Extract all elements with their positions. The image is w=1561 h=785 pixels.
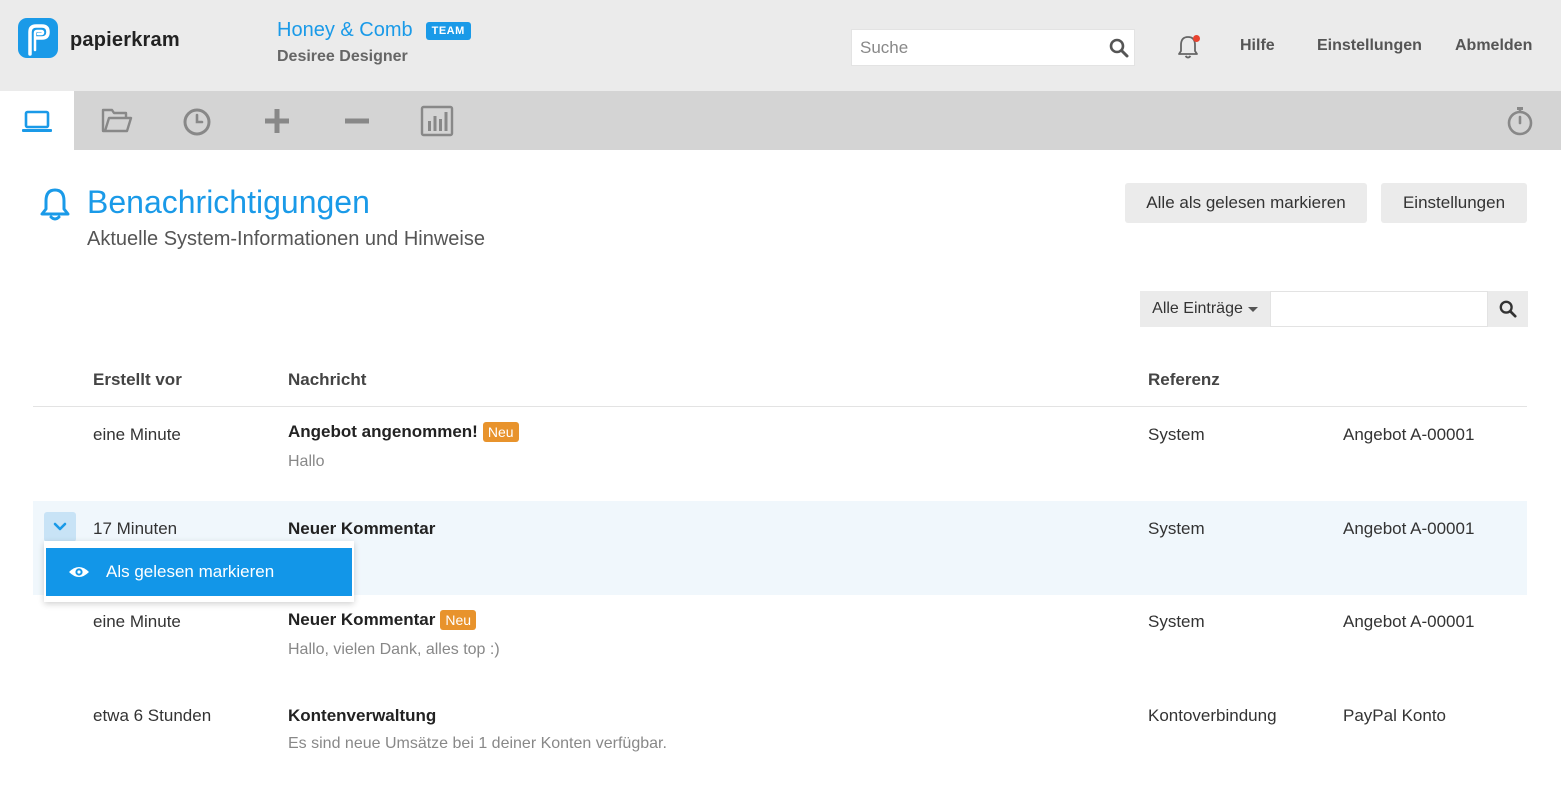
tool-time[interactable]: [160, 91, 234, 150]
main-toolbar: [0, 91, 1561, 150]
row-actions-menu: Als gelesen markieren: [44, 541, 354, 602]
papierkram-logo-icon: [18, 18, 58, 58]
row-created: eine Minute: [93, 425, 181, 444]
row-title-text: Kontenverwaltung: [288, 706, 437, 725]
tool-expenses[interactable]: [320, 91, 394, 150]
mark-as-read-label: Als gelesen markieren: [106, 562, 275, 581]
row-ref-type: System: [1148, 425, 1205, 444]
mark-all-read-button[interactable]: Alle als gelesen markieren: [1125, 183, 1367, 223]
notification-settings-button[interactable]: Einstellungen: [1381, 183, 1527, 223]
row-title-text: Neuer Kommentar: [288, 519, 436, 538]
filter-select-label: Alle Einträge: [1152, 300, 1243, 317]
column-header-message: Nachricht: [288, 370, 367, 389]
page-title: Benachrichtigungen: [87, 184, 370, 220]
page-subtitle: Aktuelle System-Informationen und Hinwei…: [87, 228, 485, 250]
tool-income[interactable]: [240, 91, 314, 150]
row-ref-name[interactable]: Angebot A-00001: [1343, 425, 1474, 445]
user-name: Desiree Designer: [277, 48, 408, 65]
filter-select[interactable]: Alle Einträge: [1140, 291, 1270, 327]
minus-icon: [345, 118, 369, 123]
table-row[interactable]: etwa 6 Stunden Kontenverwaltung Es sind …: [33, 689, 1527, 783]
tool-dashboard[interactable]: [0, 91, 74, 150]
row-ref-name[interactable]: Angebot A-00001: [1343, 519, 1474, 539]
search-icon: [1499, 300, 1517, 318]
filter-search-button[interactable]: [1488, 291, 1528, 327]
row-title-text: Neuer Kommentar: [288, 610, 436, 629]
table-row[interactable]: eine Minute Neuer Kommentar Neu Hallo, v…: [33, 595, 1527, 689]
row-title[interactable]: Neuer Kommentar Neu: [288, 610, 477, 630]
company-switcher[interactable]: Honey & Comb TEAM Desiree Designer: [277, 19, 471, 66]
global-search-input[interactable]: [852, 37, 1102, 58]
help-link[interactable]: Hilfe: [1240, 37, 1275, 55]
eye-icon: [69, 567, 89, 577]
mark-as-read-menu-item[interactable]: Als gelesen markieren: [46, 548, 352, 596]
row-body: Hallo, vielen Dank, alles top :): [288, 641, 500, 658]
search-icon[interactable]: [1109, 38, 1129, 58]
row-created: eine Minute: [93, 612, 181, 631]
row-title[interactable]: Angebot angenommen! Neu: [288, 422, 519, 442]
caret-down-icon: [1247, 306, 1258, 312]
plus-icon: [265, 108, 289, 133]
logout-link[interactable]: Abmelden: [1455, 37, 1532, 55]
row-ref-type: Kontoverbindung: [1148, 706, 1277, 725]
row-title[interactable]: Neuer Kommentar: [288, 519, 435, 539]
stopwatch-icon: [1507, 106, 1533, 135]
global-search: [851, 29, 1135, 66]
row-ref-name[interactable]: Angebot A-00001: [1343, 612, 1474, 632]
row-actions-toggle[interactable]: [44, 512, 76, 542]
row-ref-type: System: [1148, 519, 1205, 538]
new-badge: Neu: [482, 422, 519, 442]
column-header-reference: Referenz: [1148, 370, 1220, 389]
filter-search-input[interactable]: [1270, 291, 1488, 327]
row-ref-type: System: [1148, 612, 1205, 631]
row-title-text: Angebot angenommen!: [288, 422, 478, 441]
row-ref-name[interactable]: PayPal Konto: [1343, 706, 1446, 726]
row-body: Hallo: [288, 453, 325, 470]
laptop-icon: [22, 110, 52, 132]
logo-text: papierkram: [70, 28, 180, 51]
chart-icon: [420, 105, 454, 136]
team-badge: TEAM: [425, 21, 471, 40]
settings-link[interactable]: Einstellungen: [1317, 37, 1422, 55]
folder-icon: [101, 108, 133, 132]
row-title[interactable]: Kontenverwaltung: [288, 706, 436, 726]
chevron-down-icon: [53, 522, 67, 531]
row-created: 17 Minuten: [93, 519, 178, 538]
row-body: Es sind neue Umsätze bei 1 deiner Konten…: [288, 735, 667, 752]
tool-documents[interactable]: [80, 91, 154, 150]
tool-reports[interactable]: [400, 91, 474, 150]
clock-icon: [183, 108, 211, 135]
notification-dot: [1193, 35, 1200, 42]
tool-timer[interactable]: [1483, 91, 1557, 150]
top-header: papierkram Honey & Comb TEAM Desiree Des…: [0, 0, 1561, 91]
filter-bar: Alle Einträge: [1140, 291, 1528, 327]
table-row[interactable]: eine Minute Angebot angenommen! Neu Hall…: [33, 407, 1527, 501]
row-created: etwa 6 Stunden: [93, 706, 212, 725]
column-header-created: Erstellt vor: [93, 370, 182, 389]
page-bell-icon: [40, 188, 70, 221]
logo[interactable]: papierkram: [18, 18, 180, 62]
company-name[interactable]: Honey & Comb: [277, 19, 413, 42]
new-badge: Neu: [440, 610, 477, 630]
